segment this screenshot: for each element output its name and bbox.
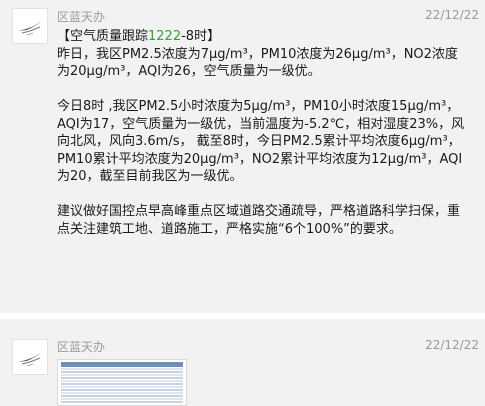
- logo-icon: [18, 352, 42, 367]
- message-item[interactable]: 区蓝天办 22/12/22: [0, 319, 485, 406]
- sender-name: 区蓝天办: [57, 10, 106, 24]
- header-prefix: 【空气质量跟踪: [57, 29, 149, 44]
- logo-icon: [18, 21, 42, 36]
- date-link[interactable]: 1222: [148, 29, 181, 44]
- paragraph-today: 今日8时 ,我区PM2.5小时浓度为5μg/m³，PM10小时浓度15μg/m³…: [57, 99, 465, 184]
- avatar[interactable]: [12, 339, 48, 375]
- paragraph-suggestion: 建议做好国控点早高峰重点区域道路交通疏导，严格道路科学扫保，重点关注建筑工地、道…: [57, 204, 461, 237]
- message-header: 【空气质量跟踪1222-8时】昨日，我区PM2.5浓度为7μg/m³，PM10浓…: [57, 28, 469, 81]
- avatar[interactable]: [12, 8, 48, 44]
- message-item[interactable]: 区蓝天办 22/12/22 【空气质量跟踪1222-8时】昨日，我区PM2.5浓…: [0, 0, 485, 313]
- message-time: 22/12/22: [425, 8, 479, 22]
- paragraph-yesterday: 昨日，我区PM2.5浓度为7μg/m³，PM10浓度为26μg/m³，NO2浓度…: [57, 46, 458, 80]
- sender-name: 区蓝天办: [57, 340, 106, 354]
- spreadsheet-thumbnail[interactable]: [57, 359, 187, 406]
- header-suffix: -8时】: [181, 29, 221, 44]
- message-content: 【空气质量跟踪1222-8时】昨日，我区PM2.5浓度为7μg/m³，PM10浓…: [57, 28, 469, 238]
- message-time: 22/12/22: [425, 338, 479, 352]
